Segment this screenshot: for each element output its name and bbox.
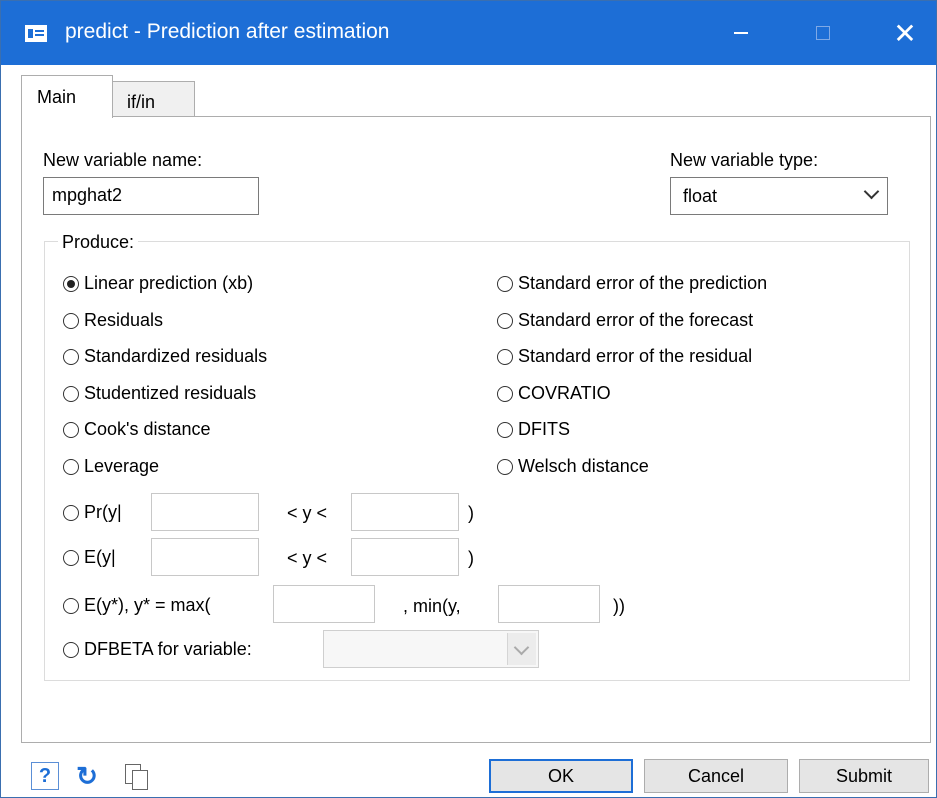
radio-icon <box>497 458 513 475</box>
tab-if-in-label: if/in <box>127 92 156 112</box>
radio-covratio[interactable]: COVRATIO <box>497 383 611 404</box>
radio-dfits[interactable]: DFITS <box>497 419 570 440</box>
ystar-max-input[interactable] <box>273 585 375 623</box>
radio-studentized-residuals[interactable]: Studentized residuals <box>63 383 256 404</box>
radio-residuals[interactable]: Residuals <box>63 310 163 331</box>
radio-se-forecast[interactable]: Standard error of the forecast <box>497 310 753 331</box>
title-bar: predict - Prediction after estimation ✕ <box>1 1 936 65</box>
radio-label: Leverage <box>84 456 160 476</box>
radio-linear-prediction[interactable]: Linear prediction (xb) <box>63 273 253 294</box>
radio-se-prediction[interactable]: Standard error of the prediction <box>497 273 767 294</box>
radio-leverage[interactable]: Leverage <box>63 456 159 477</box>
radio-icon <box>63 458 79 475</box>
ystar-min-input[interactable] <box>498 585 600 623</box>
predict-dialog: predict - Prediction after estimation ✕ … <box>0 0 937 798</box>
close-icon: ✕ <box>893 17 917 49</box>
radio-icon <box>497 348 513 365</box>
pr-between-label: < y < <box>287 503 328 523</box>
new-variable-name-input[interactable]: mpghat2 <box>43 177 259 215</box>
radio-label: Pr(y| <box>84 502 122 522</box>
chevron-down-icon <box>863 183 880 200</box>
cancel-button[interactable]: Cancel <box>644 759 788 793</box>
dialog-icon <box>25 25 47 42</box>
radio-welsch-distance[interactable]: Welsch distance <box>497 456 649 477</box>
reset-icon: ↻ <box>76 760 98 791</box>
pr-upper-input[interactable] <box>351 493 459 531</box>
submit-button[interactable]: Submit <box>799 759 929 793</box>
radio-icon <box>63 385 79 402</box>
radio-label: E(y| <box>84 547 116 567</box>
radio-pr-y[interactable]: Pr(y| <box>63 502 122 523</box>
ok-button[interactable]: OK <box>489 759 633 793</box>
radio-icon <box>497 385 513 402</box>
minimize-button[interactable] <box>709 1 773 65</box>
radio-label: COVRATIO <box>518 383 611 403</box>
radio-se-residual[interactable]: Standard error of the residual <box>497 346 752 367</box>
radio-icon <box>63 275 79 292</box>
radio-icon <box>63 641 79 658</box>
maximize-icon <box>816 26 830 40</box>
minimize-icon <box>734 32 748 34</box>
ystar-min-label: , min(y, <box>403 596 461 616</box>
radio-label: E(y*), y* = max( <box>84 595 211 615</box>
radio-icon <box>63 549 79 566</box>
radio-label: Standardized residuals <box>84 346 268 366</box>
radio-icon <box>63 504 79 521</box>
radio-icon <box>63 421 79 438</box>
radio-cooks-distance[interactable]: Cook's distance <box>63 419 211 440</box>
ystar-close-paren: )) <box>613 596 625 616</box>
radio-label: Standard error of the prediction <box>518 273 768 293</box>
pr-lower-input[interactable] <box>151 493 259 531</box>
radio-icon <box>497 421 513 438</box>
new-variable-name-value: mpghat2 <box>52 185 123 205</box>
tab-main[interactable]: Main <box>21 75 113 118</box>
new-variable-type-select[interactable]: float <box>670 177 888 215</box>
radio-icon <box>497 275 513 292</box>
maximize-button[interactable] <box>791 1 855 65</box>
radio-e-ystar[interactable]: E(y*), y* = max( <box>63 595 211 616</box>
pr-close-paren: ) <box>468 503 474 523</box>
new-variable-type-label: New variable type: <box>670 150 819 170</box>
radio-label: Cook's distance <box>84 419 211 439</box>
radio-icon <box>63 312 79 329</box>
radio-label: Residuals <box>84 310 164 330</box>
ey-close-paren: ) <box>468 548 474 568</box>
window-title: predict - Prediction after estimation <box>65 20 390 43</box>
radio-label: Standard error of the forecast <box>518 310 754 330</box>
radio-standardized-residuals[interactable]: Standardized residuals <box>63 346 267 367</box>
copy-command-icon-front <box>132 770 148 790</box>
radio-label: DFITS <box>518 419 570 439</box>
radio-label: Studentized residuals <box>84 383 257 403</box>
chevron-down-icon <box>513 639 530 656</box>
radio-label: DFBETA for variable: <box>84 639 252 659</box>
dfbeta-dropdown-button[interactable] <box>507 633 536 665</box>
close-button[interactable]: ✕ <box>873 1 936 65</box>
tab-main-label: Main <box>37 87 77 107</box>
tab-if-in[interactable]: if/in <box>111 81 195 118</box>
help-button[interactable]: ? <box>31 762 59 790</box>
radio-icon <box>63 348 79 365</box>
produce-label: Produce: <box>58 232 139 253</box>
new-variable-name-label: New variable name: <box>43 150 203 170</box>
help-icon: ? <box>38 764 52 787</box>
reset-button[interactable]: ↻ <box>73 760 101 791</box>
ey-lower-input[interactable] <box>151 538 259 576</box>
radio-dfbeta[interactable]: DFBETA for variable: <box>63 639 252 660</box>
ey-between-label: < y < <box>287 548 328 568</box>
radio-label: Linear prediction (xb) <box>84 273 254 293</box>
copy-command-button[interactable] <box>123 762 151 790</box>
radio-icon <box>63 597 79 614</box>
radio-e-y[interactable]: E(y| <box>63 547 116 568</box>
radio-label: Welsch distance <box>518 456 649 476</box>
new-variable-type-value: float <box>683 186 718 206</box>
dfbeta-variable-combo[interactable] <box>323 630 539 668</box>
radio-label: Standard error of the residual <box>518 346 753 366</box>
radio-icon <box>497 312 513 329</box>
ey-upper-input[interactable] <box>351 538 459 576</box>
